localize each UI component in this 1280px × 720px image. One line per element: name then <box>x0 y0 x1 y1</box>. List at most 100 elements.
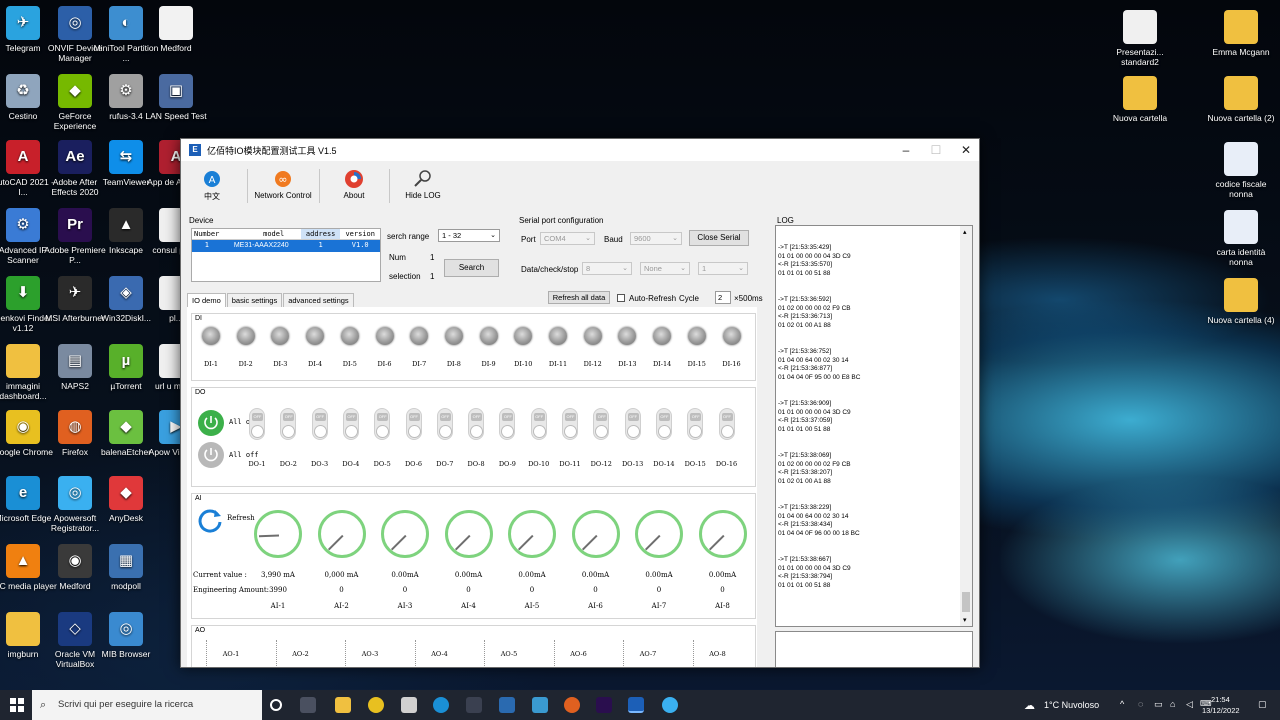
all-on-button[interactable] <box>198 410 224 436</box>
refresh-all-button[interactable]: Refresh all data <box>548 291 610 304</box>
desktop-icon-anydesk[interactable]: ◆ AnyDesk <box>90 476 162 523</box>
do-toggle-switch[interactable]: OFF <box>280 408 297 440</box>
close-button[interactable]: ✕ <box>951 139 979 161</box>
about-button[interactable]: About <box>337 169 371 200</box>
weather-text[interactable]: 1°C Nuvoloso <box>1044 700 1099 710</box>
scroll-down-icon[interactable]: ▾ <box>963 616 967 624</box>
ai-channel-label: AI-5 <box>524 602 540 610</box>
firefox-taskbar-icon[interactable] <box>564 697 580 713</box>
do-toggle-switch[interactable]: OFF <box>718 408 735 440</box>
scroll-up-icon[interactable]: ▴ <box>963 228 967 236</box>
ao-slider-track[interactable] <box>345 640 348 667</box>
ao-slider-track[interactable] <box>623 640 626 667</box>
task-view-icon[interactable] <box>300 697 316 713</box>
hide-log-button[interactable]: Hide LOG <box>403 169 443 200</box>
premiere-taskbar-icon[interactable] <box>596 697 612 713</box>
app-taskbar-icon[interactable] <box>532 697 548 713</box>
ao-slider-track[interactable] <box>275 640 279 667</box>
network-icon[interactable]: ⌂ <box>1170 699 1175 709</box>
maximize-button[interactable]: ☐ <box>921 139 951 161</box>
tray-chevron-icon[interactable]: ^ <box>1120 699 1124 709</box>
tray-icon[interactable]: ◌ <box>1138 699 1143 709</box>
clock-time[interactable]: 21:54 <box>1211 695 1230 704</box>
tab-basic-settings[interactable]: basic settings <box>226 293 283 307</box>
data-bits-select[interactable]: 8 ⌄ <box>582 262 632 275</box>
scroll-thumb[interactable] <box>962 592 970 612</box>
device-row[interactable]: 1 ME31-AAAX2240 1 V1.0 <box>192 240 380 252</box>
do-toggle-switch[interactable]: OFF <box>530 408 547 440</box>
port-select[interactable]: COM4 ⌄ <box>540 232 595 245</box>
all-off-button[interactable] <box>198 442 224 468</box>
volume-icon[interactable]: ◁ <box>1186 699 1193 710</box>
desktop-icon-nuova1[interactable]: Nuova cartella <box>1104 76 1176 123</box>
tab-advanced-settings[interactable]: advanced settings <box>283 293 354 307</box>
do-toggle-switch[interactable]: OFF <box>374 408 391 440</box>
search-button[interactable]: Search <box>444 259 499 277</box>
check-select[interactable]: None ⌄ <box>640 262 690 275</box>
desktop-icon-emma[interactable]: Emma Mcgann <box>1205 10 1277 57</box>
taskbar-search-input[interactable]: ⌕ Scrivi qui per eseguire la ricerca <box>32 690 262 720</box>
desktop-icon-presentazi[interactable]: Presentazi... standard2 <box>1104 10 1176 67</box>
refresh-icon[interactable] <box>196 506 224 534</box>
do-toggle-switch[interactable]: OFF <box>311 408 328 440</box>
language-button[interactable]: A 中文 <box>199 169 225 202</box>
app-taskbar-icon[interactable] <box>401 697 417 713</box>
do-toggle-switch[interactable]: OFF <box>468 408 485 440</box>
search-range-select[interactable]: 1 - 32 ⌄ <box>438 229 500 242</box>
do-toggle-switch[interactable]: OFF <box>593 408 610 440</box>
desktop-icon-modpoll[interactable]: ▦ modpoll <box>90 544 162 591</box>
windows-start-icon[interactable] <box>10 698 24 712</box>
close-serial-button[interactable]: Close Serial <box>689 230 749 246</box>
chrome-taskbar-icon[interactable] <box>368 697 384 713</box>
oraclevm-icon: ◇ <box>58 612 92 646</box>
cycle-input[interactable]: 2 <box>715 291 731 304</box>
desktop-icon-carta[interactable]: carta identità nonna <box>1205 210 1277 267</box>
desktop-icon-label: codice fiscale nonna <box>1215 179 1267 199</box>
do-toggle-switch[interactable]: OFF <box>655 408 672 440</box>
do-toggle-switch[interactable]: OFF <box>687 408 704 440</box>
ao-slider-track[interactable] <box>414 640 418 667</box>
desktop-icon-nuova2[interactable]: Nuova cartella (2) <box>1205 76 1277 123</box>
ao-slider-track[interactable] <box>206 640 209 667</box>
ao-slider-track[interactable] <box>692 640 696 667</box>
do-toggle-switch[interactable]: OFF <box>405 408 422 440</box>
io-tool-taskbar-icon[interactable] <box>628 697 644 713</box>
clock-date[interactable]: 13/12/2022 <box>1202 706 1240 715</box>
stop-bits-select[interactable]: 1 ⌄ <box>698 262 748 275</box>
log-scrollbar[interactable]: ▴ ▾ <box>960 226 972 626</box>
mail-taskbar-icon[interactable] <box>499 697 515 713</box>
auto-refresh-checkbox[interactable] <box>617 294 625 302</box>
battery-icon[interactable]: ▭ <box>1154 699 1163 710</box>
log-input-box[interactable] <box>775 631 973 667</box>
notification-icon[interactable]: ▢ <box>1258 699 1267 710</box>
desktop-icon-nuova4[interactable]: Nuova cartella (4) <box>1205 278 1277 325</box>
ao-slider-track[interactable] <box>553 640 557 667</box>
do-toggle-switch[interactable]: OFF <box>499 408 516 440</box>
desktop-icon-medford-file[interactable]: Medford <box>140 6 212 53</box>
weather-cloud-icon[interactable]: ☁ <box>1024 699 1035 712</box>
do-toggle-switch[interactable]: OFF <box>436 408 453 440</box>
app-taskbar-icon[interactable] <box>662 697 678 713</box>
minimize-button[interactable]: – <box>891 139 921 161</box>
cortana-icon[interactable] <box>270 699 282 711</box>
network-control-button[interactable]: ∞ Network Control <box>251 169 315 200</box>
do-switch-knob <box>470 425 484 438</box>
ao-slider-track[interactable] <box>484 640 487 667</box>
baud-select[interactable]: 9600 ⌄ <box>630 232 682 245</box>
device-version: V1.0 <box>351 241 369 249</box>
desktop-icon-lanspeed[interactable]: ▣ LAN Speed Test <box>140 74 212 121</box>
do-toggle-switch[interactable]: OFF <box>624 408 641 440</box>
edge-taskbar-icon[interactable] <box>433 697 449 713</box>
log-output[interactable]: ->T [21:53:35:429] 01 01 00 00 00 04 3D C… <box>775 225 973 627</box>
desktop-icon-codice[interactable]: codice fiscale nonna <box>1205 142 1277 199</box>
do-toggle-switch[interactable]: OFF <box>249 408 265 440</box>
file-explorer-icon[interactable] <box>335 697 351 713</box>
app-taskbar-icon[interactable] <box>466 697 482 713</box>
window-titlebar[interactable]: E 亿佰特IO模块配置测试工具 V1.5 – ☐ ✕ <box>181 139 979 161</box>
do-toggle-switch[interactable]: OFF <box>562 408 578 440</box>
desktop-icon-mib[interactable]: ◎ MIB Browser <box>90 612 162 659</box>
tab-io-demo[interactable]: IO demo <box>187 293 226 307</box>
denkovi-icon: ⬇ <box>6 276 40 310</box>
di-channel-label: DI-3 <box>273 360 288 368</box>
do-toggle-switch[interactable]: OFF <box>342 408 359 440</box>
